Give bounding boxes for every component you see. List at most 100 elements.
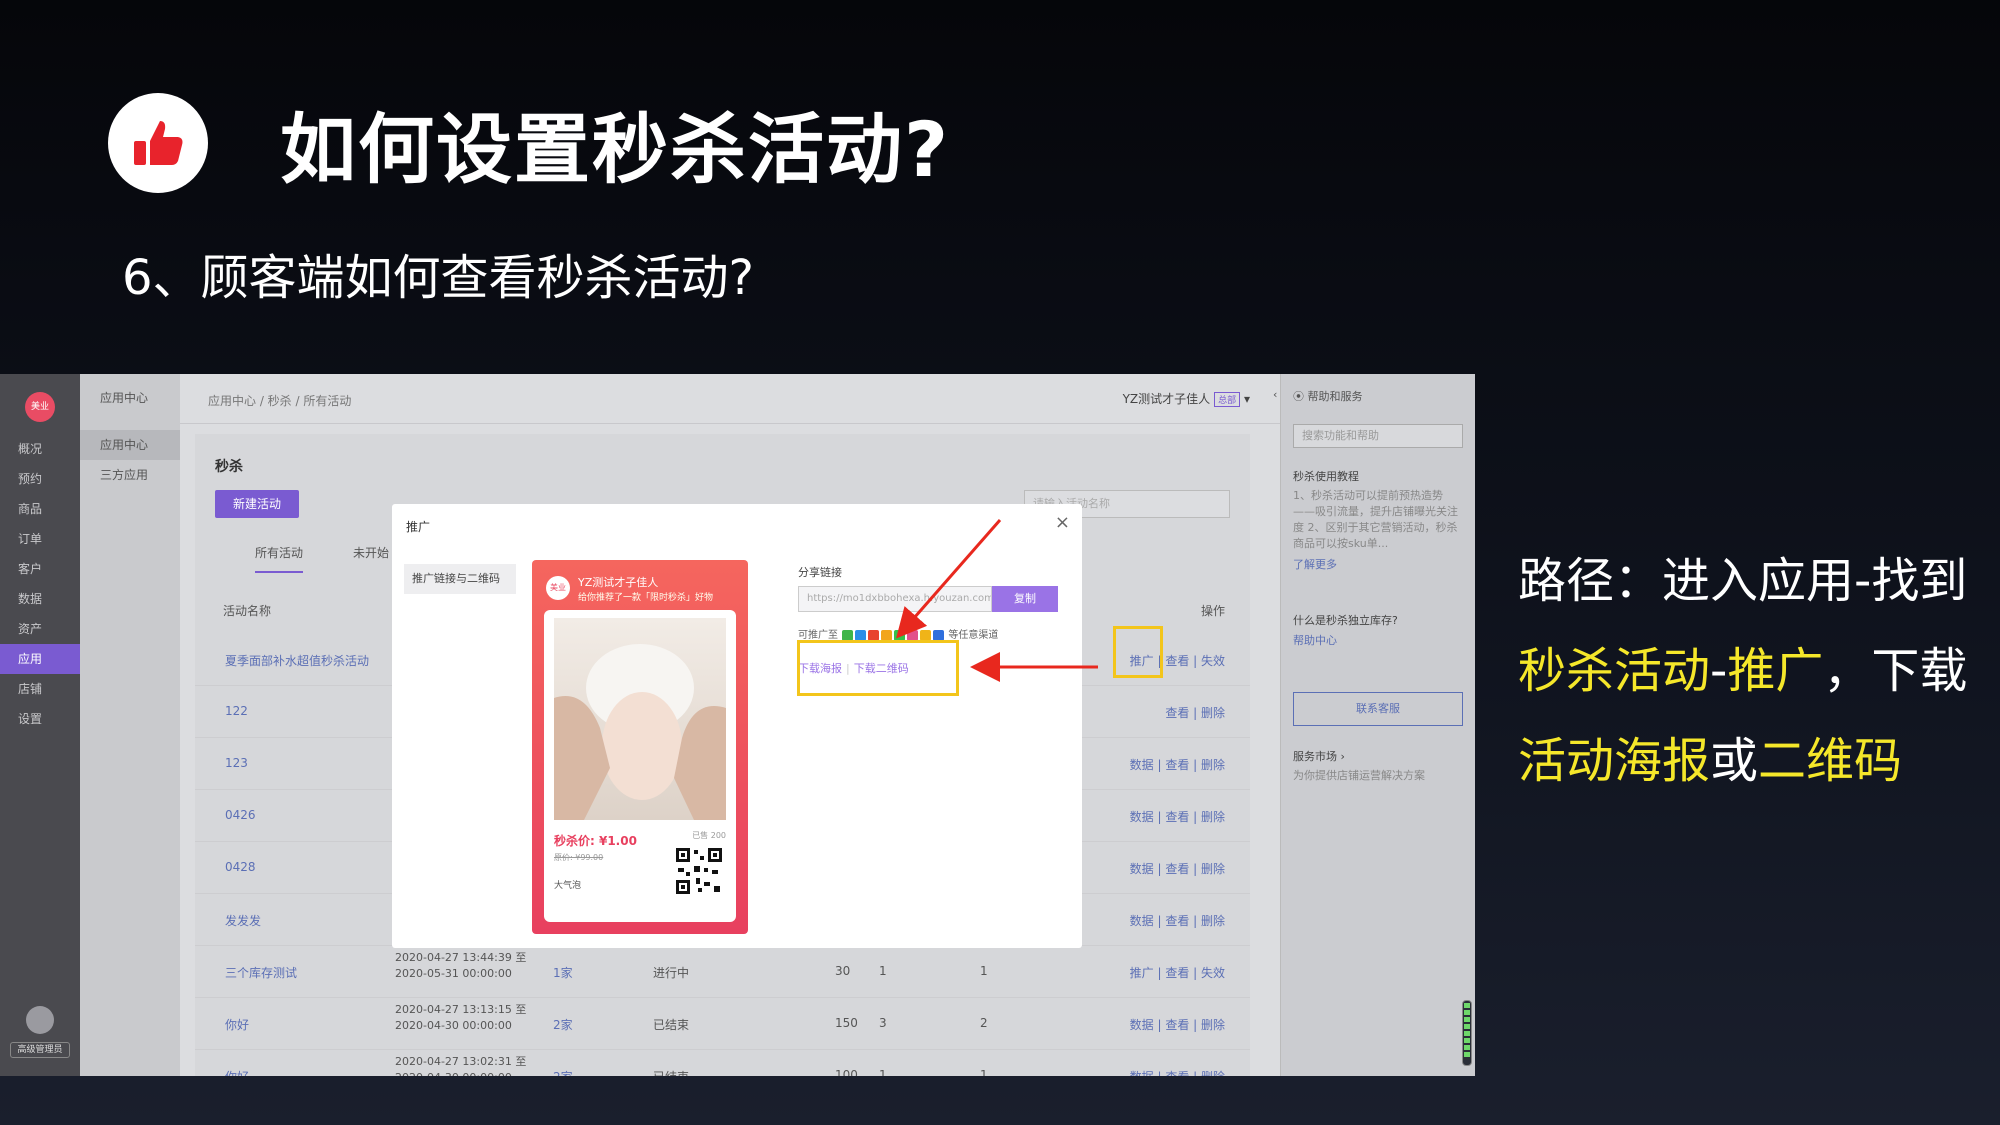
sub-nav: 应用中心 应用中心 三方应用 xyxy=(80,374,180,1076)
avatar[interactable] xyxy=(26,1006,54,1034)
taobao-icon xyxy=(881,629,893,641)
app-logo: 美业 xyxy=(25,392,55,422)
service-market-desc: 为你提供店铺运营解决方案 xyxy=(1293,769,1425,782)
row-ops[interactable]: 数据 | 查看 | 删除 xyxy=(1130,912,1225,929)
instruction-highlight: 活动海报 xyxy=(1518,733,1711,789)
admin-badge: 高级管理员 xyxy=(10,1042,70,1058)
table-row: 你好 2020-04-27 13:13:15 至 2020-04-30 00:0… xyxy=(195,998,1250,1050)
tutorial-body: 1、秒杀活动可以提前预热造势——吸引流量，提升店铺曝光关注度 2、区别于其它营销… xyxy=(1293,489,1458,550)
share-link-field[interactable]: https://mo1dxbbohexa.h.youzan.com xyxy=(798,586,992,612)
nav-item-assets[interactable]: 资产 xyxy=(0,614,80,644)
contact-service-button[interactable]: 联系客服 xyxy=(1293,692,1463,726)
row-name[interactable]: 你好 xyxy=(225,1016,249,1033)
row-ops[interactable]: 数据 | 查看 | 删除 xyxy=(1130,1016,1225,1033)
row-ops[interactable]: 查看 | 删除 xyxy=(1165,704,1225,721)
chevron-down-icon: ▾ xyxy=(1243,392,1250,406)
row-ops[interactable]: 数据 | 查看 | 删除 xyxy=(1130,808,1225,825)
slide-subtitle: 6、顾客端如何查看秒杀活动? xyxy=(122,250,755,306)
row-name[interactable]: 0426 xyxy=(225,808,256,822)
row-name[interactable]: 122 xyxy=(225,704,248,718)
ie-icon xyxy=(933,629,945,641)
row-name[interactable]: 发发发 xyxy=(225,912,261,929)
row-name[interactable]: 0428 xyxy=(225,860,256,874)
tab-all[interactable]: 所有活动 xyxy=(255,544,304,573)
row-orders: 3 xyxy=(879,1016,887,1030)
poster-tip: 大气泡 xyxy=(554,881,582,891)
help-search-input[interactable]: 搜索功能和帮助 xyxy=(1293,424,1463,448)
row-time: 2020-04-27 13:44:39 至 2020-05-31 00:00:0… xyxy=(395,951,527,980)
shop-tag: 总部 xyxy=(1214,392,1241,407)
nav-item-apps[interactable]: 应用 xyxy=(0,644,80,674)
row-ops[interactable]: 数据 | 查看 | 删除 xyxy=(1130,756,1225,773)
subnav-item-app-center[interactable]: 应用中心 xyxy=(80,430,180,460)
poster-card: 秒杀价: ¥1.00 已售 200 原价: ¥99.00 大气泡 xyxy=(544,610,736,922)
nav-item-overview[interactable]: 概况 xyxy=(0,434,80,464)
qr-code-icon xyxy=(674,846,724,896)
instruction-part: 路径：进入应用-找到 xyxy=(1518,553,1968,609)
instruction-text: 路径：进入应用-找到秒杀活动-推广，下载活动海报或二维码 xyxy=(1518,536,1988,806)
col-name-header: 活动名称 xyxy=(223,604,272,618)
row-ops[interactable]: 推广 | 查看 | 失效 xyxy=(1130,964,1225,981)
modal-title: 推广 xyxy=(406,520,431,534)
row-shops[interactable]: 2家 xyxy=(553,1016,573,1033)
subnav-item-third-party[interactable]: 三方应用 xyxy=(80,460,180,490)
nav-item-store[interactable]: 店铺 xyxy=(0,674,80,704)
instruction-part: ，下载 xyxy=(1823,643,1968,699)
slide-title: 如何设置秒杀活动? xyxy=(280,105,951,194)
row-name[interactable]: 三个库存测试 xyxy=(225,964,297,981)
location-icon: ⦿ xyxy=(1293,390,1308,403)
row-stock: 30 xyxy=(835,964,851,978)
help-panel: ‹ ⦿ 帮助和服务 搜索功能和帮助 秒杀使用教程 1、秒杀活动可以提前预热造势—… xyxy=(1273,374,1475,1076)
row-shops[interactable]: 1家 xyxy=(553,964,573,981)
nav-item-data[interactable]: 数据 xyxy=(0,584,80,614)
page-title: 秒杀 xyxy=(215,459,243,475)
wechat-icon xyxy=(842,629,854,641)
col-ops-header: 操作 xyxy=(1200,604,1225,618)
scroll-indicator xyxy=(1462,1000,1472,1066)
instruction-highlight: 推广 xyxy=(1727,643,1824,699)
nav-item-booking[interactable]: 预约 xyxy=(0,464,80,494)
instruction-part: 或 xyxy=(1710,733,1759,789)
row-status: 已结束 xyxy=(653,1068,689,1076)
row-shops[interactable]: 2家 xyxy=(553,1068,573,1076)
nav-item-customers[interactable]: 客户 xyxy=(0,554,80,584)
tutorial-title: 秒杀使用教程 xyxy=(1293,470,1359,483)
copy-button[interactable]: 复制 xyxy=(992,586,1058,612)
new-activity-button[interactable]: 新建活动 xyxy=(215,490,299,518)
row-stock: 150 xyxy=(835,1016,858,1030)
poster-desc: 给你推荐了一款「限时秒杀」好物 xyxy=(578,593,714,603)
row-ops[interactable]: 数据 | 查看 | 删除 xyxy=(1130,1068,1225,1076)
nav-item-goods[interactable]: 商品 xyxy=(0,494,80,524)
chevron-left-icon[interactable]: ‹ xyxy=(1273,388,1277,401)
top-bar: 应用中心 / 秒杀 / 所有活动 YZ测试才子佳人 总部 ▾ xyxy=(180,374,1280,424)
instruction-part: - xyxy=(1710,643,1728,699)
tab-link-and-qr[interactable]: 推广链接与二维码 xyxy=(404,564,516,594)
qq-icon xyxy=(920,629,932,641)
row-status: 进行中 xyxy=(653,966,690,980)
poster-sold: 已售 200 xyxy=(692,831,726,840)
product-photo xyxy=(554,618,726,820)
row-name[interactable]: 夏季面部补水超值秒杀活动 xyxy=(225,652,369,669)
row-name[interactable]: 你好 xyxy=(225,1068,249,1076)
breadcrumb[interactable]: 应用中心 / 秒杀 / 所有活动 xyxy=(208,392,351,409)
row-name[interactable]: 123 xyxy=(225,756,248,770)
row-status: 已结束 xyxy=(653,1018,690,1032)
help-center-link[interactable]: 帮助中心 xyxy=(1293,632,1463,648)
share-link-label: 分享链接 xyxy=(798,566,842,579)
download-highlight-box xyxy=(797,640,959,696)
promote-highlight-box xyxy=(1113,626,1163,678)
row-stock: 100 xyxy=(835,1068,858,1076)
close-icon[interactable]: × xyxy=(1055,512,1070,533)
nav-item-orders[interactable]: 订单 xyxy=(0,524,80,554)
learn-more-link[interactable]: 了解更多 xyxy=(1293,556,1463,572)
tab-not-started[interactable]: 未开始 xyxy=(353,544,389,571)
table-row: 你好 2020-04-27 13:02:31 至 2020-04-30 00:0… xyxy=(195,1050,1250,1076)
row-buyers: 1 xyxy=(980,1068,988,1076)
instruction-highlight: 二维码 xyxy=(1758,733,1903,789)
service-market-link[interactable]: 服务市场 › xyxy=(1293,748,1463,764)
nav-item-settings[interactable]: 设置 xyxy=(0,704,80,734)
row-ops[interactable]: 数据 | 查看 | 删除 xyxy=(1130,860,1225,877)
shop-name: YZ测试才子佳人 xyxy=(1122,392,1211,406)
shop-switcher[interactable]: YZ测试才子佳人 总部 ▾ xyxy=(1123,390,1250,407)
faq-question[interactable]: 什么是秒杀独立库存? xyxy=(1293,612,1463,628)
